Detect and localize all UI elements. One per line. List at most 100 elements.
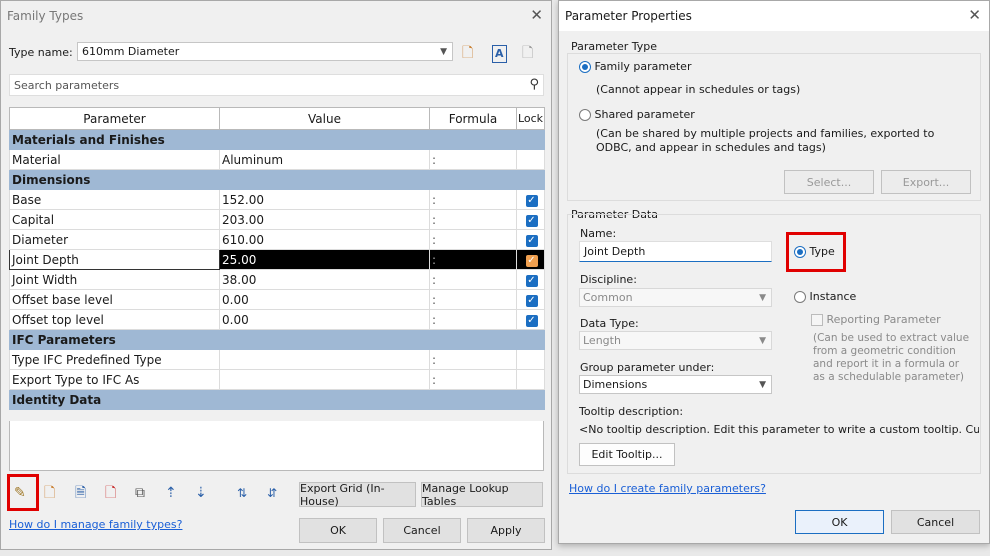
ok-button[interactable]: OK — [795, 510, 884, 534]
param-value[interactable]: 0.00 — [219, 309, 430, 330]
col-header-lock[interactable]: Lock — [516, 107, 545, 130]
select-button[interactable]: Select... — [784, 170, 874, 194]
help-link-family-parameters[interactable]: How do I create family parameters? — [569, 482, 766, 495]
lock-checkbox[interactable]: ✓ — [525, 195, 538, 207]
table-row[interactable]: Capital 203.00 : ✓ — [9, 209, 545, 230]
export-grid-button[interactable]: Export Grid (In-House) — [299, 482, 416, 508]
param-value[interactable]: 25.00 — [219, 249, 430, 270]
table-row[interactable]: Export Type to IFC As : — [9, 369, 545, 390]
instance-radio[interactable]: Instance — [794, 290, 856, 303]
param-value[interactable]: 38.00 — [219, 269, 430, 290]
sort-ascending-icon[interactable]: ⇅ — [237, 485, 247, 501]
data-type-dropdown[interactable]: Length ▼ — [579, 331, 772, 350]
param-lock[interactable]: ✓ — [516, 229, 545, 250]
delete-type-icon[interactable]: 🗋 — [522, 45, 533, 61]
group-row[interactable]: Identity Data — [9, 389, 545, 410]
param-formula[interactable]: : — [429, 249, 517, 270]
table-row[interactable]: Material Aluminum : — [9, 149, 545, 170]
shared-parameter-radio[interactable]: Shared parameter — [579, 108, 695, 121]
type-name-dropdown[interactable]: 610mm Diameter ▼ — [77, 42, 453, 61]
param-value[interactable]: Aluminum — [219, 149, 430, 170]
lock-checkbox[interactable]: ✓ — [525, 315, 538, 327]
sort-descending-icon[interactable]: ⇵ — [267, 485, 277, 501]
table-row[interactable]: Joint Width 38.00 : ✓ — [9, 269, 545, 290]
group-row[interactable]: IFC Parameters — [9, 329, 545, 350]
param-lock[interactable]: ✓ — [516, 269, 545, 290]
param-lock[interactable]: ✓ — [516, 289, 545, 310]
export-button[interactable]: Export... — [881, 170, 971, 194]
param-value[interactable]: 0.00 — [219, 289, 430, 310]
move-down-icon[interactable]: ⇣ — [195, 485, 207, 501]
new-param-icon[interactable]: 🗋 — [44, 485, 55, 501]
param-value[interactable]: 203.00 — [219, 209, 430, 230]
param-lock[interactable]: ✓ — [516, 209, 545, 230]
parameter-type-group-label: Parameter Type — [571, 40, 657, 53]
ok-button[interactable]: OK — [299, 518, 377, 543]
col-header-value[interactable]: Value — [219, 107, 430, 130]
chevron-down-icon: ▼ — [759, 335, 766, 346]
type-radio[interactable]: Type — [794, 245, 835, 258]
param-formula[interactable]: : — [429, 209, 517, 230]
rename-type-icon[interactable]: A — [492, 45, 507, 63]
param-value[interactable]: 610.00 — [219, 229, 430, 250]
apply-button[interactable]: Apply — [467, 518, 545, 543]
radio-on-icon[interactable] — [579, 61, 591, 73]
param-formula[interactable]: : — [429, 309, 517, 330]
pencil-icon[interactable]: ✎ — [14, 485, 26, 501]
copy-param-icon[interactable]: ⧉ — [135, 485, 145, 501]
param-value[interactable]: 152.00 — [219, 189, 430, 210]
new-type-icon[interactable]: 🗋 — [462, 45, 473, 61]
manage-lookup-tables-button[interactable]: Manage Lookup Tables — [421, 482, 543, 508]
col-header-parameter[interactable]: Parameter — [9, 107, 220, 130]
radio-on-icon[interactable] — [794, 246, 806, 258]
family-parameter-radio[interactable]: Family parameter — [579, 60, 691, 73]
name-input[interactable]: Joint Depth — [579, 241, 772, 262]
group-row[interactable]: Dimensions — [9, 169, 545, 190]
discipline-dropdown[interactable]: Common ▼ — [579, 288, 772, 307]
lock-checkbox[interactable]: ✓ — [525, 275, 538, 287]
param-lock[interactable]: ✓ — [516, 249, 545, 270]
radio-off-icon[interactable] — [579, 109, 591, 121]
param-lock[interactable]: ✓ — [516, 309, 545, 330]
param-formula[interactable]: : — [429, 369, 517, 390]
param-lock[interactable]: ✓ — [516, 189, 545, 210]
param-formula[interactable]: : — [429, 269, 517, 290]
type-name-label: Type name: — [9, 46, 73, 59]
close-icon[interactable]: ✕ — [968, 7, 981, 23]
cancel-button[interactable]: Cancel — [383, 518, 461, 543]
group-row[interactable]: Materials and Finishes — [9, 129, 545, 150]
search-input[interactable]: Search parameters ⚲ — [9, 74, 544, 96]
instance-label: Instance — [809, 290, 857, 303]
checkbox-icon[interactable] — [811, 314, 823, 326]
reporting-parameter-checkbox[interactable]: Reporting Parameter — [811, 313, 941, 326]
group-under-dropdown[interactable]: Dimensions ▼ — [579, 375, 772, 394]
param-formula[interactable]: : — [429, 289, 517, 310]
cancel-button[interactable]: Cancel — [891, 510, 980, 534]
param-formula[interactable]: : — [429, 349, 517, 370]
table-row[interactable]: Type IFC Predefined Type : — [9, 349, 545, 370]
table-row-selected[interactable]: Joint Depth 25.00 : ✓ — [9, 249, 545, 270]
lock-checkbox[interactable]: ✓ — [525, 235, 538, 247]
delete-param-icon[interactable]: 🗋 — [105, 485, 116, 501]
help-link-family-types[interactable]: How do I manage family types? — [9, 518, 182, 531]
table-row[interactable]: Base 152.00 : ✓ — [9, 189, 545, 210]
param-value[interactable] — [219, 369, 430, 390]
reporting-parameter-note: (Can be used to extract value from a geo… — [813, 332, 970, 383]
close-icon[interactable]: ✕ — [530, 7, 543, 23]
table-row[interactable]: Offset top level 0.00 : ✓ — [9, 309, 545, 330]
param-name: Type IFC Predefined Type — [9, 349, 220, 370]
param-formula[interactable]: : — [429, 229, 517, 250]
edit-param-icon[interactable]: 🗎 — [75, 485, 86, 501]
move-up-icon[interactable]: ⇡ — [165, 485, 177, 501]
lock-checkbox[interactable]: ✓ — [525, 255, 538, 267]
edit-tooltip-button[interactable]: Edit Tooltip... — [579, 443, 675, 466]
param-formula[interactable]: : — [429, 189, 517, 210]
lock-checkbox[interactable]: ✓ — [525, 215, 538, 227]
param-formula[interactable]: : — [429, 149, 517, 170]
table-row[interactable]: Offset base level 0.00 : ✓ — [9, 289, 545, 310]
param-value[interactable] — [219, 349, 430, 370]
radio-off-icon[interactable] — [794, 291, 806, 303]
lock-checkbox[interactable]: ✓ — [525, 295, 538, 307]
col-header-formula[interactable]: Formula — [429, 107, 517, 130]
table-row[interactable]: Diameter 610.00 : ✓ — [9, 229, 545, 250]
